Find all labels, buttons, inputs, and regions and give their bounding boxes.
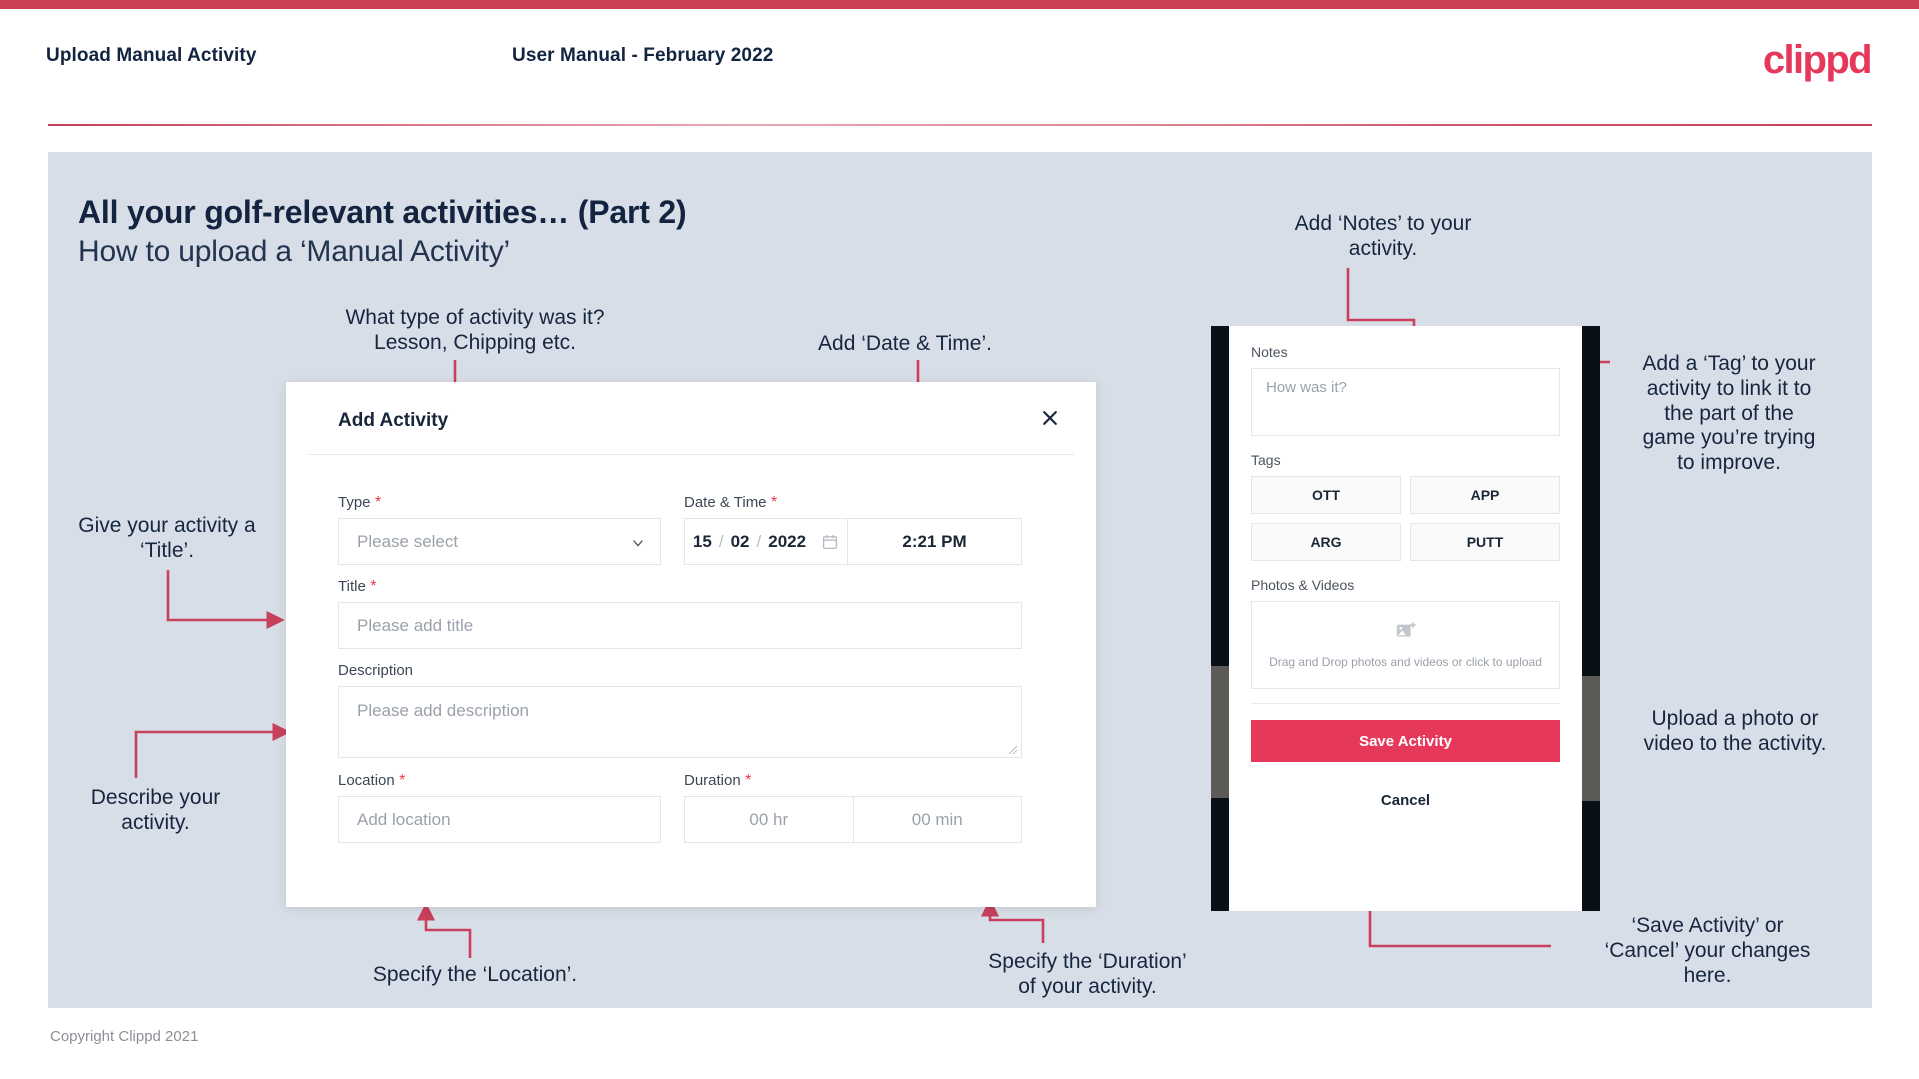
phone-right-edge (1582, 326, 1600, 911)
location-placeholder: Add location (357, 809, 451, 829)
header-subtitle: User Manual - February 2022 (512, 45, 774, 66)
phone-divider (1251, 703, 1560, 704)
header-divider (48, 124, 1872, 126)
title-input[interactable]: Please add title (338, 602, 1022, 649)
duration-minutes[interactable]: 00 min (852, 797, 1022, 842)
type-label-text: Type (338, 494, 371, 511)
annotation-type: What type of activity was it? Lesson, Ch… (345, 306, 605, 354)
time-input[interactable]: 2:21 PM (848, 519, 1021, 564)
add-activity-dialog: Add Activity Type * Please select Date &… (286, 382, 1096, 907)
resize-handle-icon[interactable] (1006, 743, 1018, 755)
annotation-duration: Specify the ‘Duration’ of your activity. (988, 950, 1187, 998)
required-marker: * (365, 578, 377, 595)
dropzone-text: Drag and Drop photos and videos or click… (1269, 654, 1542, 669)
duration-hours[interactable]: 00 hr (685, 797, 853, 842)
save-activity-button[interactable]: Save Activity (1251, 720, 1560, 762)
tag-app[interactable]: APP (1410, 476, 1560, 514)
description-placeholder: Please add description (357, 701, 530, 720)
tag-putt[interactable]: PUTT (1410, 523, 1560, 561)
notes-label: Notes (1251, 344, 1288, 360)
dialog-divider (308, 454, 1074, 455)
title-placeholder: Please add title (357, 615, 474, 635)
description-label: Description (338, 662, 413, 679)
datetime-label-text: Date & Time (684, 494, 767, 511)
description-label-text: Description (338, 662, 414, 679)
datetime-field[interactable]: 15 / 02 / 2022 2:21 PM (684, 518, 1022, 565)
notes-input[interactable]: How was it? (1251, 368, 1560, 436)
location-label: Location * (338, 772, 405, 790)
tag-arg[interactable]: ARG (1251, 523, 1401, 561)
date-input[interactable]: 15 / 02 / 2022 (685, 519, 848, 564)
page-subtitle: How to upload a ‘Manual Activity’ (78, 235, 510, 268)
notes-placeholder: How was it? (1266, 379, 1347, 396)
required-marker: * (394, 772, 406, 789)
duration-label-text: Duration (684, 772, 741, 789)
footer-copyright: Copyright Clippd 2021 (50, 1028, 199, 1045)
phone-screen: Notes How was it? Tags OTT APP ARG PUTT … (1229, 326, 1582, 911)
date-sep-2: / (756, 531, 762, 551)
page-title: All your golf-relevant activities… (Part… (78, 194, 687, 230)
type-select[interactable]: Please select (338, 518, 661, 565)
type-select-value: Please select (357, 531, 459, 551)
required-marker: * (370, 494, 382, 511)
annotation-description: Describe your activity. (90, 786, 221, 834)
duration-field: 00 hr 00 min (684, 796, 1022, 843)
photos-label: Photos & Videos (1251, 577, 1355, 593)
close-icon[interactable] (1032, 400, 1068, 436)
annotation-tags: Add a ‘Tag’ to your activity to link it … (1642, 352, 1816, 475)
phone-left-edge (1211, 326, 1229, 911)
slide-root: Upload Manual Activity User Manual - Feb… (0, 0, 1919, 1079)
annotation-title: Give your activity a ‘Title’. (78, 514, 256, 562)
cancel-button[interactable]: Cancel (1251, 792, 1560, 809)
annotation-save: ‘Save Activity’ or ‘Cancel’ your changes… (1604, 914, 1811, 987)
dialog-title: Add Activity (338, 410, 449, 431)
title-label: Title * (338, 578, 376, 596)
date-day: 15 (692, 531, 712, 551)
add-image-icon (1395, 620, 1417, 647)
phone-volume-button (1211, 666, 1229, 798)
annotation-datetime: Add ‘Date & Time’. (818, 332, 992, 355)
tags-grid: OTT APP ARG PUTT (1251, 476, 1560, 561)
duration-label: Duration * (684, 772, 751, 790)
tags-label: Tags (1251, 452, 1281, 468)
required-marker: * (740, 772, 752, 789)
calendar-icon[interactable] (821, 533, 839, 551)
annotation-location: Specify the ‘Location’. (372, 963, 578, 986)
annotation-photos: Upload a photo or video to the activity. (1643, 707, 1827, 755)
header-title: Upload Manual Activity (46, 45, 257, 66)
location-input[interactable]: Add location (338, 796, 661, 843)
tag-ott[interactable]: OTT (1251, 476, 1401, 514)
chevron-down-icon (630, 535, 644, 549)
datetime-label: Date & Time * (684, 494, 777, 512)
type-label: Type * (338, 494, 381, 512)
date-year: 2022 (768, 531, 807, 551)
top-accent-bar (0, 0, 1919, 9)
location-label-text: Location (338, 772, 395, 789)
phone-power-button (1582, 676, 1600, 801)
clippd-logo: clippd (1762, 38, 1873, 82)
annotation-notes: Add ‘Notes’ to your activity. (1294, 212, 1472, 260)
description-input[interactable]: Please add description (338, 686, 1022, 758)
required-marker: * (766, 494, 778, 511)
phone-mockup: Notes How was it? Tags OTT APP ARG PUTT … (1211, 326, 1600, 911)
photo-dropzone[interactable]: Drag and Drop photos and videos or click… (1251, 601, 1560, 689)
title-label-text: Title (338, 578, 366, 595)
date-month: 02 (730, 531, 750, 551)
date-sep-1: / (718, 531, 724, 551)
